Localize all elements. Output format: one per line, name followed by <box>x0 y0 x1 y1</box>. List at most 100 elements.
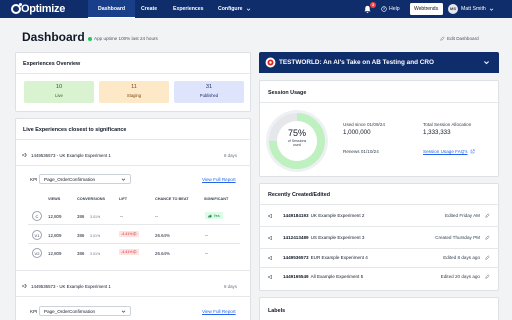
podcast-icon <box>265 57 276 68</box>
labels-card: Labels <box>259 297 499 320</box>
status-dot-icon <box>88 36 92 41</box>
recent-item-id: 1449184193 <box>283 213 309 218</box>
recent-item-name: All Example Experiment 5 <box>310 274 364 279</box>
megaphone-icon <box>268 255 272 260</box>
variant-badge: V1 <box>32 230 42 240</box>
account-select-value: Webtrends <box>414 6 439 12</box>
info-icon <box>133 232 137 236</box>
avatar: MS <box>448 4 458 14</box>
divider <box>15 165 251 166</box>
notifications-button[interactable]: 3 <box>363 2 376 14</box>
recent-item[interactable]: 1412413489 US Example Experiment 3 Creat… <box>268 229 490 246</box>
used-value: 1,000,000 <box>343 129 371 136</box>
lift-negative-badge: -4.41% <box>119 231 139 237</box>
row-views: 12,809 <box>48 233 62 238</box>
user-menu[interactable]: MS Matt Smith <box>448 3 494 15</box>
svg-text:?: ? <box>383 7 385 11</box>
nav-experiences[interactable]: Experiences <box>163 0 214 18</box>
divider <box>260 204 500 205</box>
optimize-logo[interactable]: Optimize <box>11 1 65 17</box>
row-rate: 3.01% <box>90 234 101 238</box>
recent-item-id: 1412413489 <box>283 235 309 240</box>
variant-badge: V2 <box>32 248 42 258</box>
donut-percent: 75% <box>287 128 306 138</box>
stat-staging[interactable]: 11 Staging <box>99 81 169 103</box>
experiment-2-header[interactable]: 1449536573 - UK Example Experiment 1 <box>22 283 111 289</box>
recent-item-when: Edited Friday AM <box>445 213 480 218</box>
edit-dashboard-button[interactable]: Edit Dashboard <box>440 36 479 41</box>
stat-published[interactable]: 31 Published <box>174 81 244 103</box>
stat-staging-value: 11 <box>131 84 137 90</box>
session-faq-link[interactable]: Session Usage FAQ's <box>423 149 475 154</box>
recent-item[interactable]: 1449165549 All Example Experiment 5 Edit… <box>268 268 490 285</box>
renews-text: Renews 01/10/24 <box>343 149 379 154</box>
col-conversions: CONVERSIONS <box>77 197 106 201</box>
row-lift: -- <box>120 214 123 219</box>
lift-negative-badge: -4.41% <box>119 249 139 255</box>
stat-live[interactable]: 10 Live <box>24 81 94 103</box>
recent-item-id: 1449165549 <box>283 274 309 279</box>
divider <box>260 102 500 103</box>
row-chance: 26.64% <box>155 233 170 238</box>
chevron-down-icon <box>438 8 439 10</box>
stat-staging-label: Staging <box>126 92 142 98</box>
help-button[interactable]: ? Help <box>381 4 400 14</box>
col-views: VIEWS <box>48 197 61 201</box>
recent-item-id: 1449536573 <box>283 255 309 260</box>
col-chance: CHANCE TO BEAT <box>155 197 189 201</box>
pencil-icon[interactable] <box>485 235 490 240</box>
testworld-banner[interactable]: TESTWORLD: An AI's Take on AB Testing an… <box>259 52 499 73</box>
chevron-down-icon <box>246 7 250 11</box>
nav-configure[interactable]: Configure <box>208 0 261 18</box>
pencil-icon[interactable] <box>485 213 490 218</box>
megaphone-icon <box>268 213 272 218</box>
kpi-select[interactable]: Page_OrderConfirmation <box>39 174 131 184</box>
used-label: Used since 01/09/24 <box>343 122 385 127</box>
pencil-icon[interactable] <box>485 255 490 260</box>
recent-item-when: Edited 20 days ago <box>440 274 480 279</box>
view-full-report-link[interactable]: View Full Report <box>202 309 236 314</box>
total-label: Total Session Allocation <box>423 122 472 127</box>
kpi-label: KPI <box>30 177 38 182</box>
divider <box>28 224 240 225</box>
col-lift: LIFT <box>119 197 128 201</box>
uptime-status: App uptime 100% last 24 hours <box>88 36 158 41</box>
experiment-1-age: 8 days <box>224 153 237 158</box>
divider <box>15 270 251 271</box>
stat-live-label: Live <box>55 92 63 98</box>
recent-item[interactable]: 1449536573 EUR Example Experiment 4 Edit… <box>268 249 490 266</box>
info-icon <box>133 250 137 254</box>
view-full-report-link[interactable]: View Full Report <box>202 177 236 182</box>
experiment-2-name: 1449536573 - UK Example Experiment 1 <box>31 283 111 289</box>
pencil-icon <box>440 36 445 41</box>
overview-title: Experiences Overview <box>23 61 81 67</box>
edit-dashboard-label: Edit Dashboard <box>447 36 479 41</box>
col-significant: SIGNIFICANT <box>204 197 229 201</box>
stat-live-value: 10 <box>55 84 63 90</box>
pencil-icon[interactable] <box>485 274 490 279</box>
significant-yes-label: Yes <box>213 213 220 218</box>
divider <box>15 296 251 297</box>
megaphone-icon <box>22 152 28 158</box>
row-chance: -- <box>155 214 158 219</box>
row-significant: -- <box>205 251 208 256</box>
user-name: Matt Smith <box>461 6 486 12</box>
chevron-down-icon[interactable] <box>483 59 490 66</box>
recent-item[interactable]: 1449184193 UK Example Experiment 2 Edite… <box>268 207 490 224</box>
help-icon: ? <box>381 6 387 12</box>
experiment-1-header[interactable]: 1449536573 - UK Example Experiment 1 <box>22 152 111 158</box>
nav-create[interactable]: Create <box>131 0 167 18</box>
account-select[interactable]: Webtrends <box>410 3 443 15</box>
logo-text: Optimize <box>21 3 66 15</box>
variant-badge: C <box>32 211 42 221</box>
live-title: Live Experiences closest to significance <box>23 127 127 133</box>
nav-dashboard[interactable]: Dashboard <box>88 0 136 18</box>
donut-label: of Sessions used <box>287 139 307 148</box>
chevron-down-icon <box>489 7 494 11</box>
kpi-select[interactable]: Page_OrderConfirmation <box>39 306 131 316</box>
divider <box>259 226 499 227</box>
session-faq-label: Session Usage FAQ's <box>423 149 468 154</box>
row-rate: 3.01% <box>90 252 101 256</box>
significant-yes-badge: Yes <box>205 212 223 219</box>
row-views: 12,809 <box>48 214 62 219</box>
